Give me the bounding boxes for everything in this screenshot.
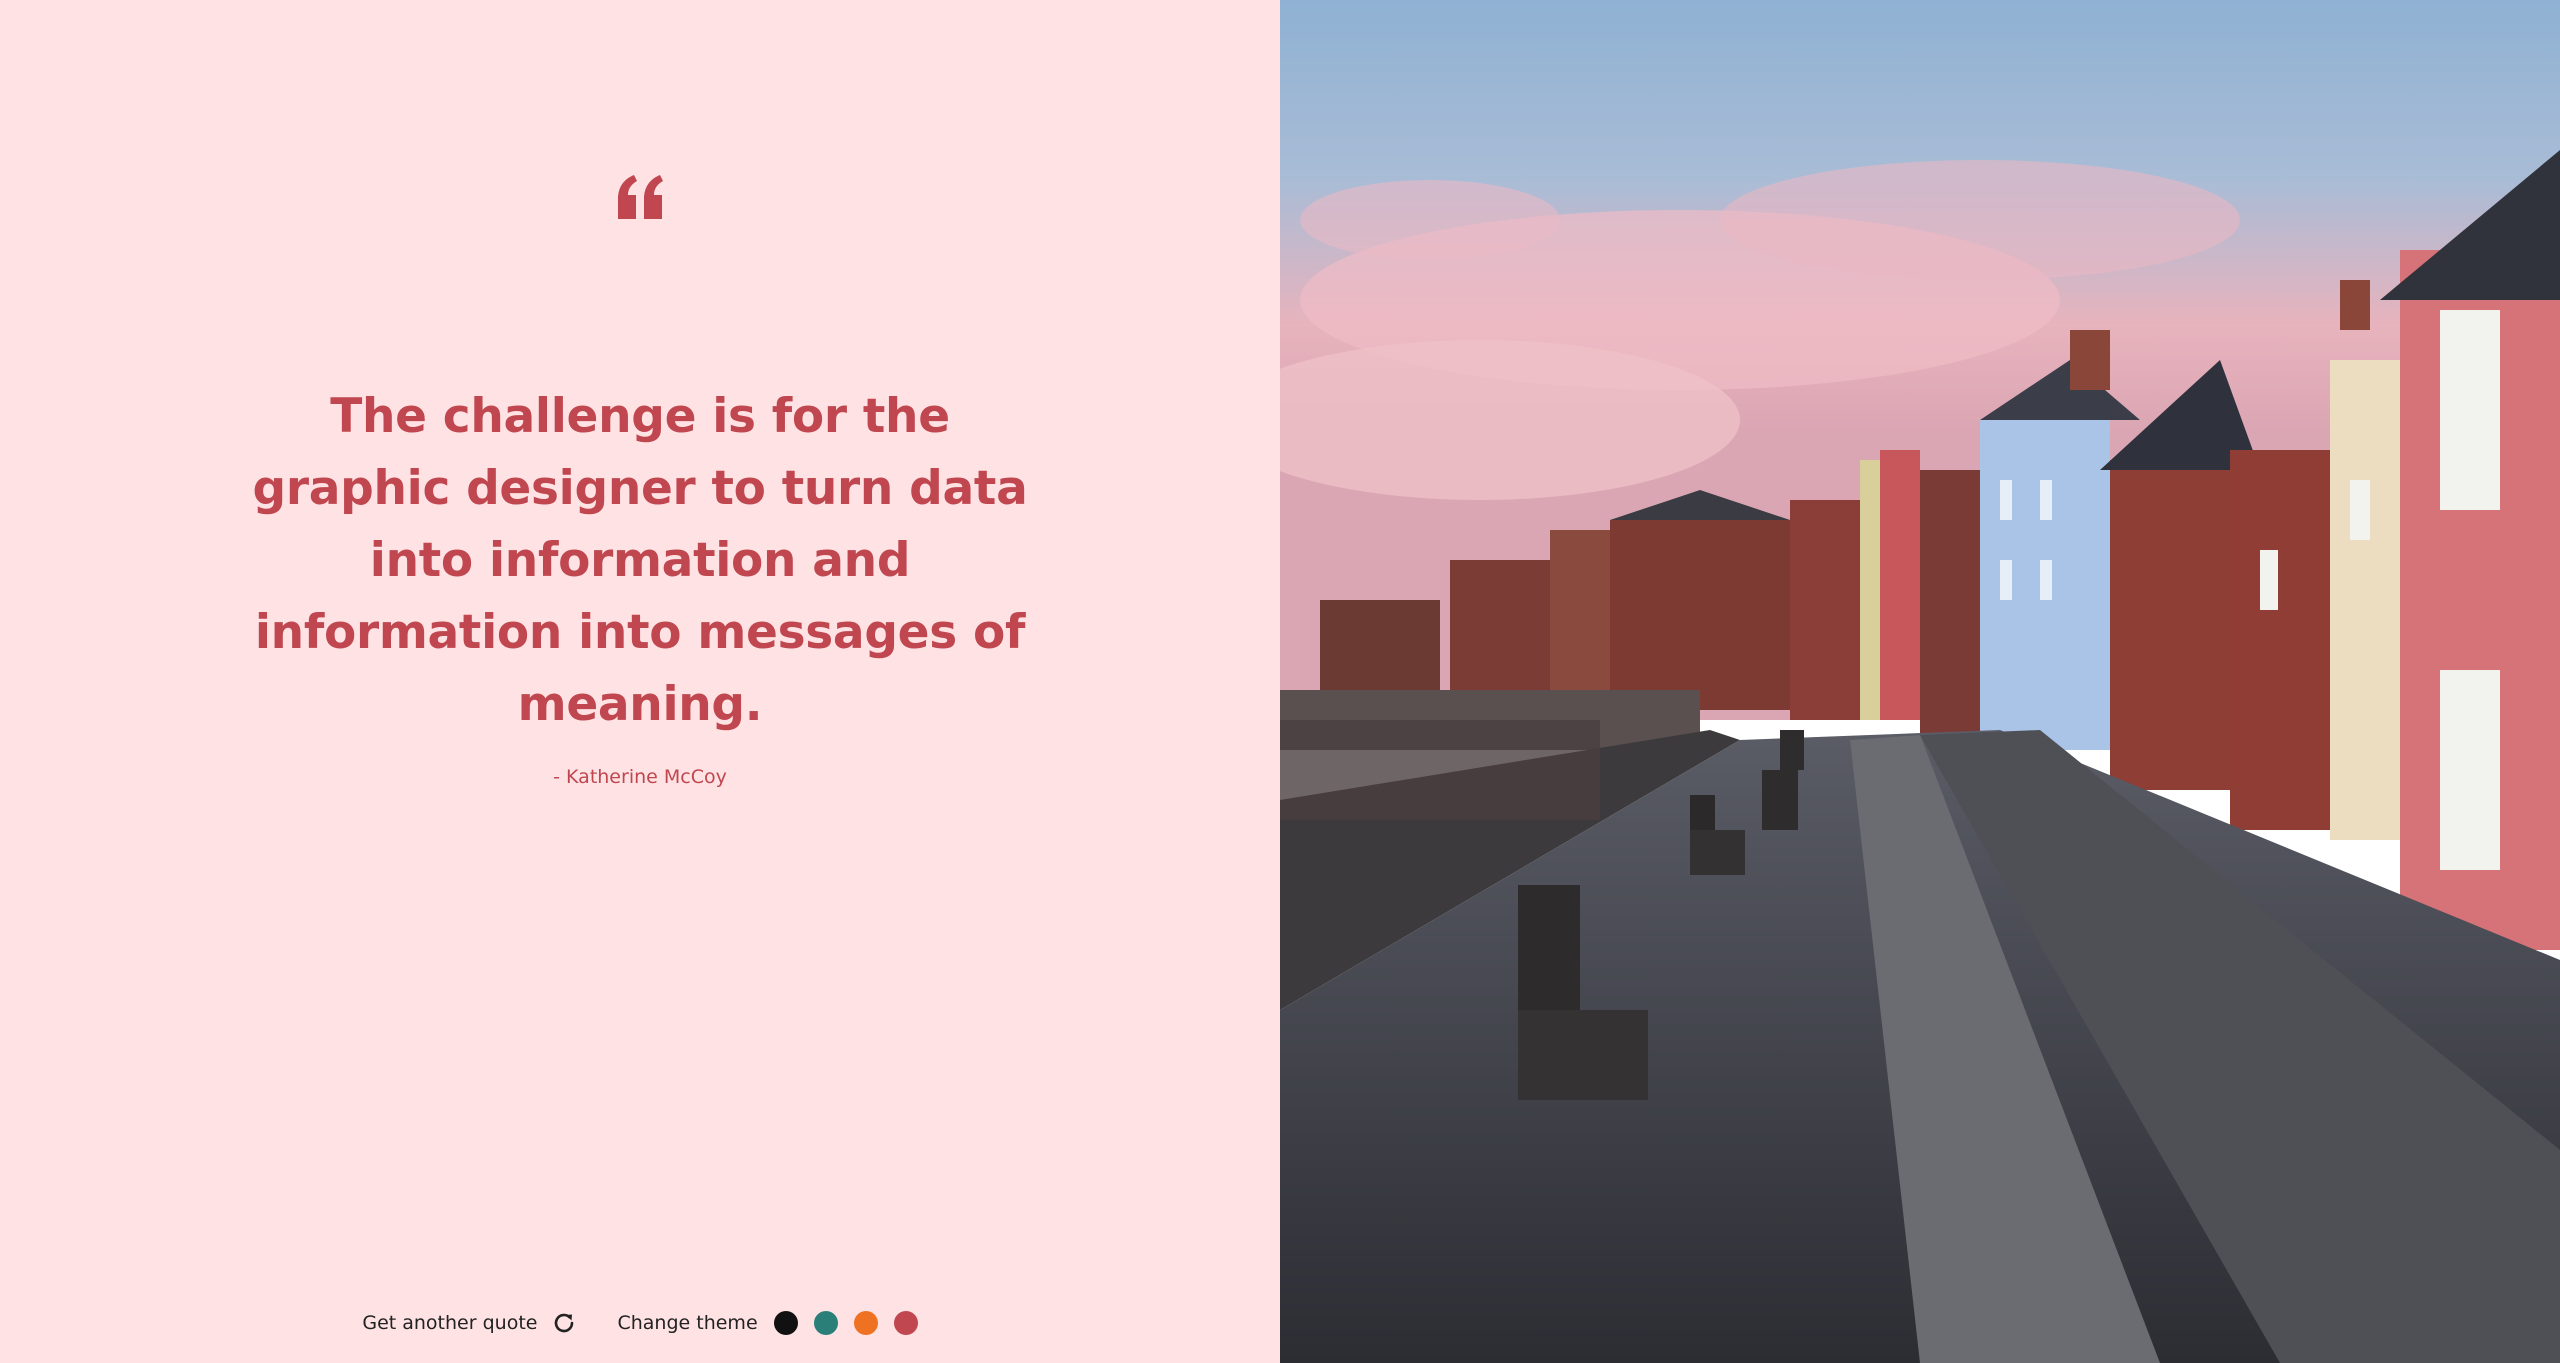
page-layout: The challenge is for the graphic designe… bbox=[0, 0, 2560, 1363]
theme-swatch-rose[interactable] bbox=[893, 1311, 918, 1335]
refresh-icon bbox=[555, 1313, 574, 1333]
quote-open-icon bbox=[618, 175, 663, 219]
quote-text: The challenge is for the graphic designe… bbox=[252, 389, 1028, 732]
quote-panel: The challenge is for the graphic designe… bbox=[0, 0, 1280, 1363]
theme-swatch-teal[interactable] bbox=[813, 1311, 838, 1335]
theme-swatch-orange[interactable] bbox=[853, 1311, 878, 1335]
street-photo-image bbox=[1280, 0, 2560, 1363]
controls-bar: Get another quote Change theme bbox=[0, 1310, 1280, 1336]
get-another-quote-label: Get another quote bbox=[362, 1312, 538, 1334]
change-theme-label: Change theme bbox=[617, 1312, 758, 1334]
quote-author: - Katherine McCoy bbox=[553, 766, 727, 788]
theme-swatch-black[interactable] bbox=[773, 1311, 798, 1335]
get-another-quote-button[interactable]: Get another quote bbox=[362, 1310, 577, 1336]
quote-mark bbox=[0, 175, 1280, 223]
